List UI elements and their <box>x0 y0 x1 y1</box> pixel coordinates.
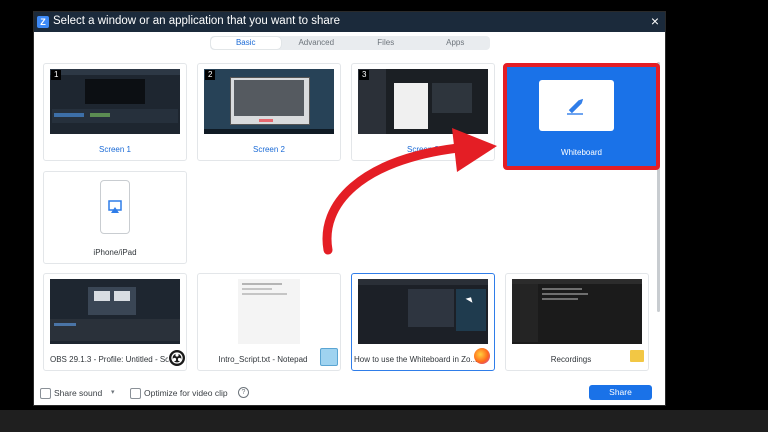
tab-advanced[interactable]: Advanced <box>282 36 352 50</box>
notepad-thumbnail <box>238 279 300 344</box>
window-label-recordings: Recordings <box>550 355 592 364</box>
tab-files[interactable]: Files <box>351 36 421 50</box>
iphone-ipad-label: iPhone/iPad <box>93 248 137 257</box>
screen-2-label: Screen 2 <box>252 145 286 154</box>
recordings-thumbnail <box>512 279 642 344</box>
optimize-video-checkbox[interactable] <box>130 388 141 399</box>
share-sound-label: Share sound <box>54 388 103 398</box>
window-label-obs: OBS 29.1.3 - Profile: Untitled - Sc... <box>50 355 176 364</box>
dialog-footer: Share sound ▾ Optimize for video clip ? … <box>34 385 665 405</box>
iphone-ipad-card[interactable]: iPhone/iPad <box>43 171 187 264</box>
browser-thumbnail <box>358 279 488 344</box>
window-label-browser: How to use the Whiteboard in Zo... <box>354 355 478 364</box>
tab-apps[interactable]: Apps <box>421 36 491 50</box>
whiteboard-card[interactable]: Whiteboard <box>503 63 660 170</box>
pencil-icon <box>567 98 584 115</box>
window-card-obs[interactable]: OBS 29.1.3 - Profile: Untitled - Sc... <box>43 273 187 371</box>
share-button[interactable]: Share <box>589 385 652 400</box>
airplay-icon <box>108 200 122 213</box>
obs-thumbnail <box>50 279 180 344</box>
share-sound-checkbox[interactable] <box>40 388 51 399</box>
window-card-browser[interactable]: How to use the Whiteboard in Zo... <box>351 273 495 371</box>
screen-2-card[interactable]: 2 Screen 2 <box>197 63 341 161</box>
screen-1-label: Screen 1 <box>98 145 132 154</box>
help-icon[interactable]: ? <box>238 387 249 398</box>
chevron-down-icon[interactable]: ▾ <box>111 388 115 396</box>
title-bar: Z Select a window or an application that… <box>34 12 665 32</box>
tab-basic[interactable]: Basic <box>211 37 281 49</box>
screen-number: 3 <box>359 70 370 80</box>
tab-bar: Basic Advanced Files Apps <box>210 36 490 50</box>
close-icon[interactable]: × <box>651 13 659 29</box>
firefox-icon <box>474 348 490 364</box>
zoom-logo-icon: Z <box>37 16 49 28</box>
optimize-video-label: Optimize for video clip <box>144 388 228 398</box>
obs-icon <box>168 349 186 367</box>
screen-3-label: Screen 3 <box>406 145 440 154</box>
screen-1-card[interactable]: 1 Screen 1 <box>43 63 187 161</box>
window-card-recordings[interactable]: Recordings <box>505 273 649 371</box>
screen-3-thumbnail: 3 <box>358 69 488 134</box>
screen-number: 2 <box>205 70 216 80</box>
notepad-icon <box>320 348 338 366</box>
taskbar-strip <box>0 410 768 432</box>
dialog-title: Select a window or an application that y… <box>53 15 341 27</box>
whiteboard-label: Whiteboard <box>561 148 602 157</box>
window-label-notepad: Intro_Script.txt - Notepad <box>218 355 308 364</box>
phone-icon <box>100 180 130 234</box>
screen-3-card[interactable]: 3 Screen 3 <box>351 63 495 161</box>
screen-2-thumbnail: 2 <box>204 69 334 134</box>
screen-1-thumbnail: 1 <box>50 69 180 134</box>
folder-icon <box>630 350 644 362</box>
whiteboard-preview <box>539 80 614 131</box>
window-card-notepad[interactable]: Intro_Script.txt - Notepad <box>197 273 341 371</box>
screen-number: 1 <box>51 70 62 80</box>
